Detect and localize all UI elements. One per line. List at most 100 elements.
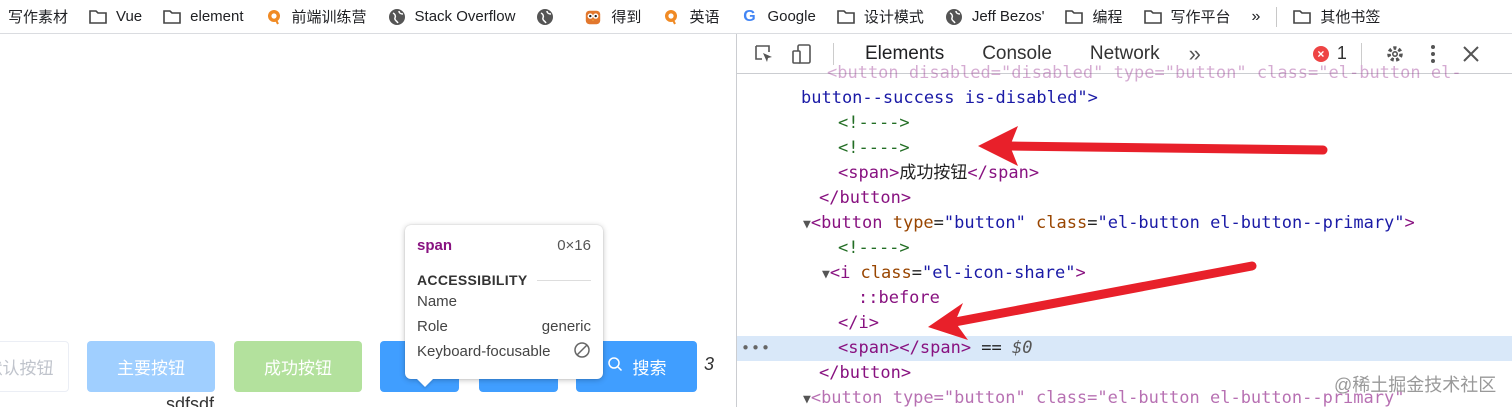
bookmark-label: 英语 bbox=[689, 9, 720, 26]
globe-icon bbox=[536, 8, 554, 26]
folder-icon bbox=[89, 8, 107, 26]
dom-line[interactable]: <span>成功按钮</span> bbox=[737, 161, 1512, 186]
tag-open: <span> bbox=[838, 163, 900, 183]
tooltip-row: Name bbox=[417, 289, 591, 314]
more-actions-icon[interactable]: ••• bbox=[741, 336, 771, 361]
bookmark-item[interactable]: element bbox=[153, 0, 254, 33]
tag-open: <span></span> bbox=[838, 338, 972, 358]
google-g-icon: G bbox=[743, 7, 756, 25]
bookmark-item[interactable]: Stack Overflow bbox=[378, 0, 527, 33]
bookmark-label: Google bbox=[767, 8, 816, 25]
expand-triangle-icon[interactable]: ▼ bbox=[803, 217, 811, 232]
dom-line[interactable]: ▼<button type="button" class="el-button … bbox=[737, 211, 1512, 236]
dom-line[interactable]: <!----> bbox=[737, 136, 1512, 161]
default-button-disabled[interactable]: 默认按钮 bbox=[0, 341, 69, 392]
folder-icon bbox=[1143, 8, 1162, 26]
bookmark-label: 编程 bbox=[1092, 9, 1123, 26]
dom-line[interactable]: ::before bbox=[737, 286, 1512, 311]
success-button-disabled[interactable]: 成功按钮 bbox=[234, 341, 362, 392]
bookmark-label: element bbox=[190, 8, 244, 25]
tooltip-row-label: Keyboard-focusable bbox=[417, 343, 551, 360]
trailing-number: 3 bbox=[704, 354, 715, 374]
bookmark-item[interactable]: G Google bbox=[730, 0, 826, 33]
watermark: @稀土掘金技术社区 bbox=[1334, 375, 1497, 395]
pseudo-element: ::before bbox=[858, 288, 940, 308]
folder-icon bbox=[1293, 8, 1312, 26]
search-icon bbox=[607, 356, 623, 377]
other-bookmarks[interactable]: 其他书签 bbox=[1283, 0, 1391, 33]
bookmark-label: 写作素材 bbox=[8, 9, 69, 26]
dom-line[interactable]: </button> bbox=[737, 186, 1512, 211]
text-node: 成功按钮 bbox=[899, 163, 968, 183]
tag-open: <i bbox=[829, 263, 851, 283]
globe-icon bbox=[945, 8, 963, 26]
error-icon: × bbox=[1312, 45, 1329, 62]
devtools-panel: Elements Console Network » × 1 <button d… bbox=[736, 34, 1512, 407]
bookmark-label: Vue bbox=[116, 8, 143, 25]
bookmarks-divider bbox=[1276, 6, 1278, 27]
orange-q-icon bbox=[265, 8, 283, 26]
primary-button-disabled[interactable]: 主要按钮 bbox=[87, 341, 215, 392]
button-label: 主要按钮 bbox=[117, 359, 185, 378]
bookmark-item[interactable] bbox=[526, 0, 574, 33]
dom-line[interactable]: <!----> bbox=[737, 111, 1512, 136]
tooltip-row-label: Name bbox=[417, 293, 458, 310]
attr-value: "el-icon-share" bbox=[921, 263, 1076, 283]
tag-close: </span> bbox=[967, 163, 1040, 183]
owl-icon bbox=[584, 8, 602, 26]
attr-value: "el-button el-button--primary" bbox=[1097, 213, 1405, 233]
not-focusable-icon bbox=[573, 341, 591, 363]
tag-open: <button bbox=[810, 213, 883, 233]
dom-line[interactable]: <!----> bbox=[737, 236, 1512, 261]
bookmark-item[interactable]: 英语 bbox=[652, 0, 730, 33]
selection-var: $0 bbox=[1012, 338, 1033, 358]
dom-line-partial: <button disabled="disabled" type="button… bbox=[827, 63, 1462, 83]
tag-close: </i> bbox=[838, 313, 879, 333]
comment-node: <!----> bbox=[838, 238, 910, 258]
bookmark-item[interactable]: 写作平台 bbox=[1134, 0, 1242, 33]
bookmark-label: 写作平台 bbox=[1170, 9, 1231, 26]
tooltip-size: 0×16 bbox=[557, 236, 591, 254]
folder-icon bbox=[837, 8, 855, 26]
orange-q-icon bbox=[662, 8, 680, 26]
dom-line-selected[interactable]: ••• <span></span> == $0 bbox=[737, 336, 1512, 361]
page-text: sdfsdf bbox=[166, 394, 215, 407]
bookmark-label: Stack Overflow bbox=[414, 8, 516, 25]
bookmark-item[interactable]: Jeff Bezos' bbox=[935, 0, 1056, 33]
bookmarks-bar: 写作素材 Vue element 前端训练营 Stack Overflow 得到… bbox=[0, 0, 1512, 34]
tag-end: > bbox=[1404, 213, 1415, 233]
tag-close: </button> bbox=[819, 363, 912, 383]
bookmark-item[interactable]: 前端训练营 bbox=[255, 0, 378, 33]
bookmark-item[interactable]: 编程 bbox=[1055, 0, 1133, 33]
attr-name: class bbox=[1025, 213, 1088, 233]
page-viewport: 默认按钮 主要按钮 成功按钮 搜索 3 sdfsdf span 0×16 ACC… bbox=[0, 34, 736, 407]
bookmark-label: 前端训练营 bbox=[291, 9, 367, 26]
bookmark-label: Jeff Bezos' bbox=[971, 8, 1045, 25]
bookmark-item[interactable]: 设计模式 bbox=[827, 0, 935, 33]
button-label: 搜索 bbox=[632, 359, 667, 378]
folder-icon bbox=[1065, 8, 1084, 26]
bookmark-item[interactable]: Vue bbox=[79, 0, 153, 33]
tooltip-pointer bbox=[417, 379, 433, 387]
tag-end: > bbox=[1075, 263, 1086, 283]
bookmark-label: 其他书签 bbox=[1320, 9, 1381, 26]
bookmark-label: 设计模式 bbox=[863, 9, 924, 26]
attr-name: type bbox=[882, 213, 934, 233]
dom-line[interactable]: button--success is-disabled"> bbox=[737, 86, 1512, 111]
expand-triangle-icon[interactable]: ▼ bbox=[822, 267, 830, 282]
inspect-tooltip: span 0×16 ACCESSIBILITY Name Role generi… bbox=[405, 225, 603, 387]
attr-name: class bbox=[850, 263, 912, 283]
tooltip-tag-name: span bbox=[417, 236, 453, 254]
button-label: 默认按钮 bbox=[0, 359, 54, 378]
tooltip-row-label: Role bbox=[417, 318, 448, 335]
bookmark-label: 得到 bbox=[611, 9, 642, 26]
bookmark-item[interactable]: 得到 bbox=[574, 0, 652, 33]
bookmark-item[interactable]: 写作素材 bbox=[0, 0, 79, 33]
tag-close: </button> bbox=[819, 188, 912, 208]
dom-line[interactable]: ▼<i class="el-icon-share"> bbox=[737, 261, 1512, 286]
folder-icon bbox=[163, 8, 181, 26]
dom-line[interactable]: </i> bbox=[737, 311, 1512, 336]
tooltip-row: Role generic bbox=[417, 314, 591, 339]
bookmarks-more-button[interactable]: » bbox=[1242, 0, 1271, 33]
tooltip-row: Keyboard-focusable bbox=[417, 339, 591, 364]
